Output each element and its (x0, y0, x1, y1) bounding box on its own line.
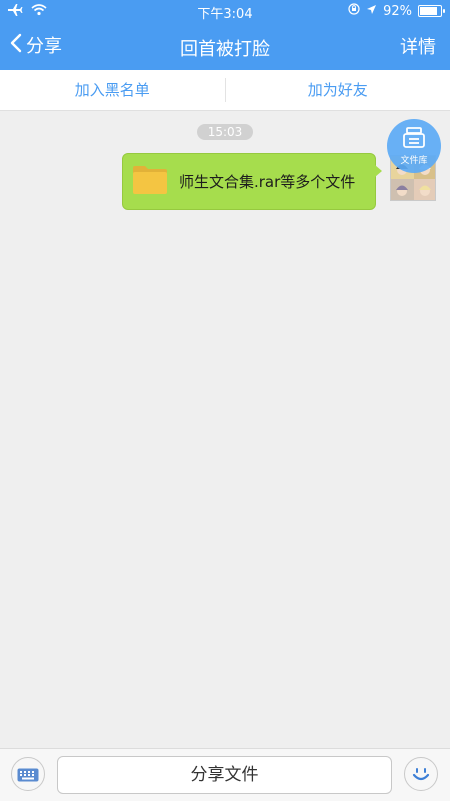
keyboard-button[interactable] (11, 757, 45, 791)
header-bar: 下午3:04 92% (0, 0, 450, 70)
folder-icon (131, 164, 169, 200)
keyboard-icon (17, 767, 39, 786)
file-message-text: 师生文合集.rar等多个文件 (179, 171, 355, 192)
status-right: 92% (348, 3, 442, 19)
file-library-label: 文件库 (387, 153, 441, 166)
file-message-bubble[interactable]: 师生文合集.rar等多个文件 (122, 153, 376, 210)
location-arrow-icon (366, 4, 377, 19)
emoji-button[interactable] (404, 757, 438, 791)
battery-icon (418, 5, 442, 17)
share-file-button[interactable]: 分享文件 (57, 756, 392, 794)
bottom-bar: 分享文件 (0, 748, 450, 801)
add-friend-button[interactable]: 加为好友 (226, 70, 450, 110)
smiley-icon (411, 764, 431, 788)
battery-percent: 92% (383, 4, 412, 19)
message-timestamp: 15:03 (197, 124, 253, 140)
action-bar: 加入黑名单 加为好友 (0, 70, 450, 111)
add-to-blacklist-button[interactable]: 加入黑名单 (0, 70, 225, 110)
page-title: 回首被打脸 (0, 35, 450, 61)
file-library-icon (402, 126, 426, 154)
battery-fill (420, 7, 437, 15)
status-bar: 下午3:04 92% (0, 0, 450, 24)
nav-bar: 分享 回首被打脸 详情 (0, 24, 450, 70)
details-button[interactable]: 详情 (400, 33, 436, 59)
file-library-button[interactable]: 文件库 (387, 119, 441, 173)
rotation-lock-icon (348, 3, 360, 19)
